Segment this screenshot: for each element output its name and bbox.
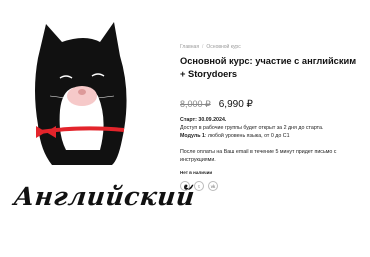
after-payment-text: После оплаты на Ваш email в течение 5 ми…	[180, 149, 337, 163]
facebook-share-button[interactable]: f	[180, 181, 190, 191]
cat-nose-shape	[78, 89, 86, 95]
twitter-share-button[interactable]: t	[194, 181, 204, 191]
cat-illustration	[35, 22, 127, 165]
stock-status: Нет в наличии	[180, 170, 213, 175]
product-panel: Главная / Основной курс Основной курс: у…	[180, 44, 360, 191]
twitter-icon: t	[198, 183, 200, 189]
product-title: Основной курс: участие с английским + St…	[180, 56, 357, 79]
price-row: 8,000 ₽ 6,990 ₽	[180, 99, 360, 110]
breadcrumb-home-link[interactable]: Главная	[180, 44, 199, 50]
breadcrumb-separator: /	[202, 44, 204, 50]
brand-word: Английский	[12, 182, 197, 211]
share-buttons: f t vk	[180, 181, 360, 191]
breadcrumb-current: Основной курс	[206, 44, 241, 50]
start-line: Старт: 30.09.2024.	[180, 116, 360, 124]
price-new: 6,990 ₽	[218, 99, 253, 110]
course-details: Старт: 30.09.2024. Доступ в рабочие груп…	[180, 116, 360, 140]
access-text: Доступ в рабочие группы будет открыт за …	[180, 125, 324, 131]
price-old: 8,000 ₽	[180, 99, 211, 109]
module-text: : любой уровень языка, от 0 до С1	[204, 133, 290, 139]
course-illustration: Английский	[0, 0, 196, 257]
vk-icon: vk	[210, 183, 216, 189]
product-page: Английский Главная / Основной курс Основ…	[0, 0, 370, 257]
start-label: Старт:	[180, 117, 197, 123]
module-line: Модуль 1: любой уровень языка, от 0 до С…	[180, 132, 360, 140]
start-date: 30.09.2024.	[198, 117, 227, 123]
module-label: Модуль 1	[180, 133, 205, 139]
breadcrumb: Главная / Основной курс	[180, 44, 360, 50]
facebook-icon: f	[184, 183, 186, 189]
vk-share-button[interactable]: vk	[208, 181, 218, 191]
